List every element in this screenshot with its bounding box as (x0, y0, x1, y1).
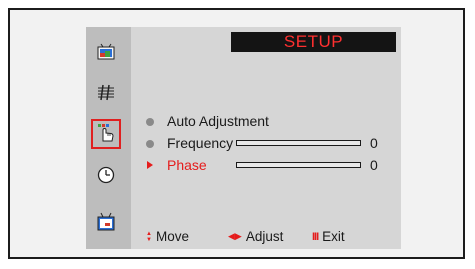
menu-item-frequency[interactable]: Frequency 0 (146, 135, 406, 153)
clock-icon (96, 165, 116, 190)
setup-menu-button[interactable] (91, 119, 121, 149)
sound-menu-button[interactable] (91, 79, 121, 109)
page-title-text: SETUP (283, 32, 344, 51)
sound-icon (96, 82, 116, 107)
menu-item-label: Phase (167, 157, 207, 173)
phase-value: 0 (370, 157, 378, 173)
frequency-value: 0 (370, 135, 378, 151)
menu-item-phase[interactable]: Phase 0 (146, 157, 406, 175)
up-down-arrows-icon: ▲ ▼ (146, 230, 152, 243)
key-hints: ▲ ▼ Move ◀▶ Adjust III Exit (86, 227, 401, 247)
left-right-arrows-icon: ◀▶ (228, 231, 242, 241)
hint-exit: III Exit (312, 229, 345, 244)
menu-item-label: Frequency (167, 135, 234, 151)
time-menu-button[interactable] (91, 162, 121, 192)
setup-hand-icon (96, 122, 116, 147)
hint-adjust: ◀▶ Adjust (228, 229, 283, 244)
bullet-icon (146, 140, 154, 148)
page-title: SETUP (231, 32, 396, 52)
bullet-icon (146, 118, 154, 126)
menu-key-icon: III (312, 230, 319, 243)
menu-item-auto-adjustment[interactable]: Auto Adjustment (146, 113, 406, 131)
hint-adjust-label: Adjust (245, 229, 284, 244)
picture-icon (96, 42, 116, 67)
menu-item-label: Auto Adjustment (167, 113, 269, 129)
hint-move: ▲ ▼ Move (146, 229, 189, 244)
selected-arrow-icon (147, 161, 153, 169)
osd-menu-panel: SETUP Auto Adjustment Frequency 0 Phase … (86, 27, 401, 249)
menu-icon-column (86, 27, 131, 249)
picture-menu-button[interactable] (91, 39, 121, 69)
frequency-slider[interactable] (236, 140, 361, 146)
hint-exit-label: Exit (322, 229, 345, 244)
phase-slider[interactable] (236, 162, 361, 168)
hint-move-label: Move (155, 229, 189, 244)
